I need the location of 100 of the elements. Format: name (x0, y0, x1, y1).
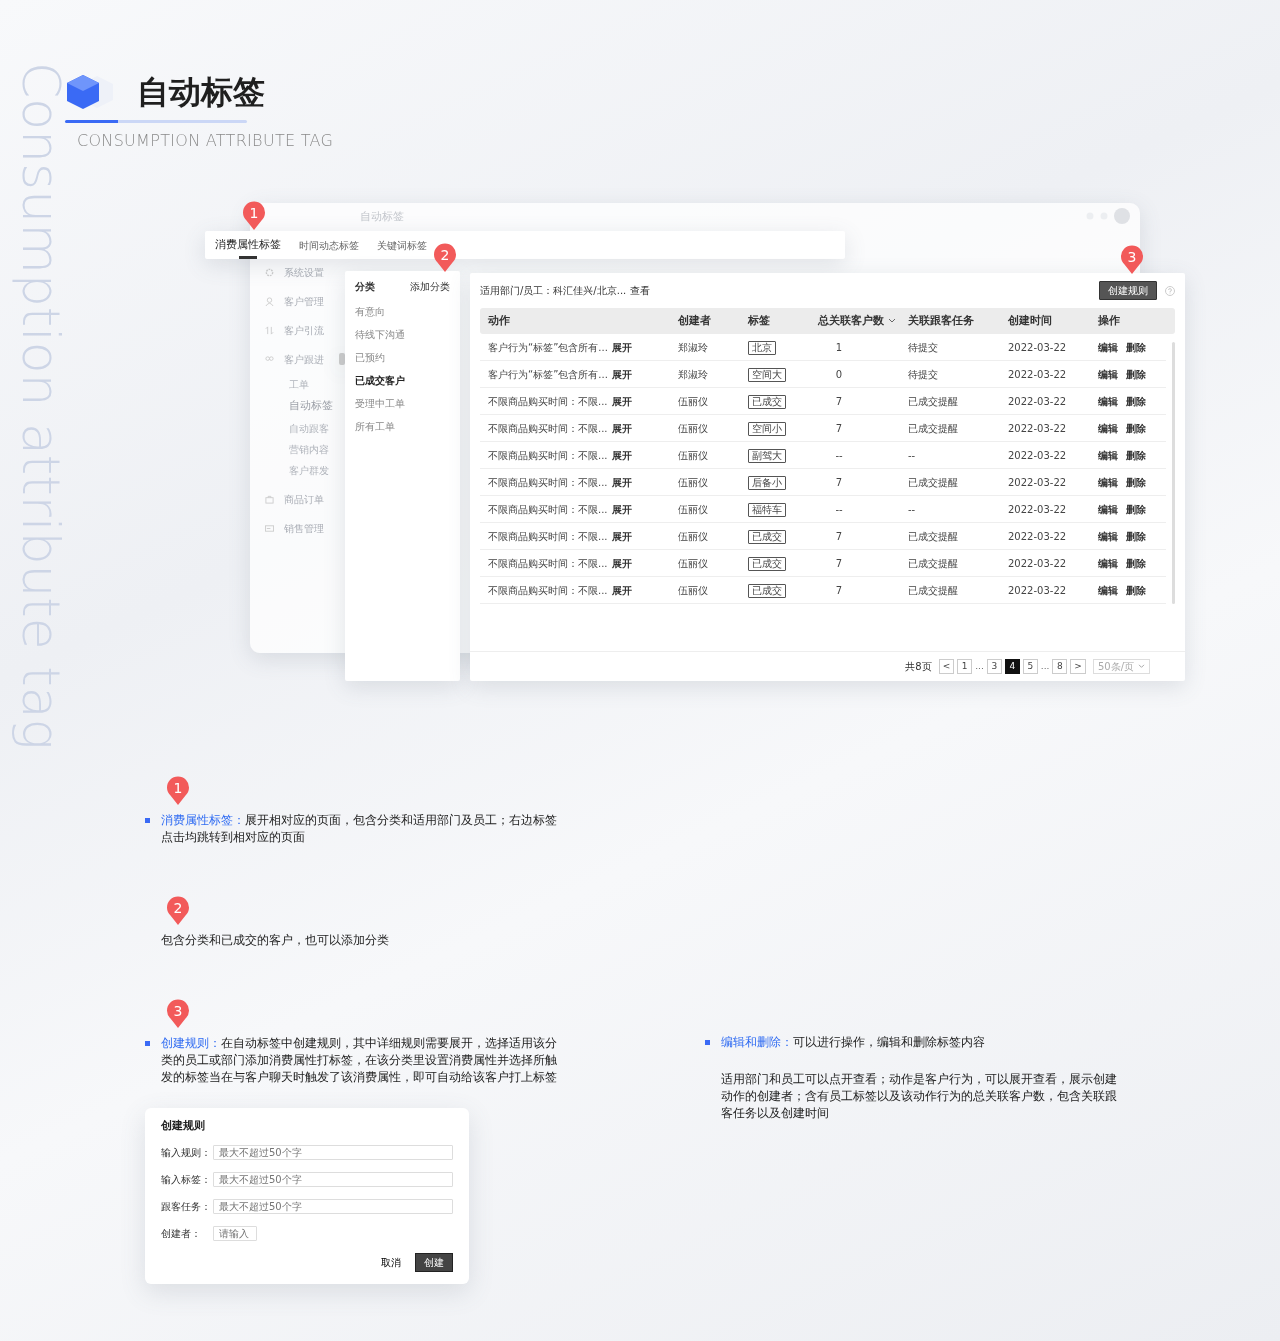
expand-link[interactable]: 展开 (611, 582, 632, 598)
table-cell-text: 7 (834, 475, 844, 490)
action-link[interactable]: 删除 (1126, 555, 1146, 571)
table-cell-text: 伍丽仪 (678, 502, 709, 517)
action-link[interactable]: 删除 (1126, 582, 1146, 598)
page-ellipsis[interactable]: ... (1040, 659, 1050, 674)
step-marker: 2 (433, 243, 457, 273)
action-link[interactable]: 删除 (1126, 420, 1146, 436)
note-text: 创建规则：在自动标签中创建规则，其中详细规则需要展开，选择适用该分类的员工或部门添加消费属性打标签，在该分类里设置消费属性并选择所触发的标签当在与客户聊天时触发了该消费属性，即可自动给该客户打上标签 (161, 1035, 558, 1086)
tag-label: 后备小 (748, 475, 786, 490)
page-button[interactable]: 1 (957, 659, 973, 674)
table-cell-text: 2022-03-22 (1008, 367, 1068, 382)
table-cell-text: 已成交提醒 (908, 556, 959, 571)
action-link[interactable]: 编辑 (1098, 555, 1118, 571)
action-link[interactable]: 删除 (1126, 366, 1146, 382)
bullet-icon (145, 818, 150, 823)
table-cell-text: 不限商品购买时间：不限... (488, 421, 608, 436)
person-icon (265, 297, 274, 306)
page-count: 共8页 (905, 660, 932, 674)
column-header: 操作 (1098, 313, 1121, 329)
step-marker: 2 (166, 896, 190, 926)
action-link[interactable]: 删除 (1126, 528, 1146, 544)
table-cell-text: 不限商品购买时间：不限... (488, 394, 608, 409)
action-link[interactable]: 删除 (1126, 447, 1146, 463)
category-item[interactable]: 受理中工单 (355, 396, 405, 411)
view-link[interactable]: 查看 (630, 283, 651, 298)
column-header: 标签 (748, 313, 771, 329)
table-cell-text: 已成交提醒 (908, 475, 959, 490)
input-field[interactable]: 最大不超过50个字 (213, 1198, 453, 1214)
tab[interactable]: 时间动态标签 (297, 231, 361, 259)
input-field[interactable]: 最大不超过50个字 (213, 1171, 453, 1187)
input-field[interactable]: 请输入 (213, 1225, 257, 1241)
expand-link[interactable]: 展开 (611, 366, 632, 382)
table-cell-text: 2022-03-22 (1008, 583, 1068, 598)
action-link[interactable]: 编辑 (1098, 582, 1118, 598)
collapse-handle[interactable] (339, 353, 345, 365)
next-page-button[interactable]: > (1070, 659, 1086, 674)
tag-label: 空间大 (748, 367, 786, 382)
page-button[interactable]: 4 (1004, 659, 1020, 674)
table-cell-text: 2022-03-22 (1008, 421, 1068, 436)
tag-label: 副驾大 (748, 448, 786, 463)
category-item[interactable]: 所有工单 (355, 419, 395, 434)
expand-link[interactable]: 展开 (611, 528, 632, 544)
column-header: 总关联客户数 (818, 313, 884, 329)
create-button[interactable]: 创建 (415, 1252, 453, 1272)
prev-page-button[interactable]: < (938, 659, 955, 674)
category-item[interactable]: 有意向 (355, 304, 385, 319)
field-label: 跟客任务： (161, 1199, 212, 1214)
action-link[interactable]: 编辑 (1098, 474, 1118, 490)
table-cell-text: 7 (834, 583, 844, 598)
panel-title: 分类 (355, 280, 375, 294)
table-cell-text: 客户行为“标签”包含所有... (488, 367, 608, 382)
expand-link[interactable]: 展开 (611, 420, 632, 436)
action-link[interactable]: 删除 (1126, 474, 1146, 490)
table-cell-text: 待提交 (908, 367, 939, 382)
note-text: 消费属性标签：展开相对应的页面，包含分类和适用部门及员工；右边标签点击均跳转到相对应的页面 (161, 812, 558, 846)
action-link[interactable]: 删除 (1126, 393, 1146, 409)
category-item[interactable]: 已预约 (355, 350, 385, 365)
table-cell-text: 不限商品购买时间：不限... (488, 502, 608, 517)
table-cell-text: 不限商品购买时间：不限... (488, 583, 608, 598)
table-cell-text: -- (834, 448, 844, 463)
action-link[interactable]: 编辑 (1098, 366, 1118, 382)
scope-label: 适用部门/员工：科汇佳兴/北京... (480, 284, 627, 298)
expand-link[interactable]: 展开 (611, 555, 632, 571)
action-link[interactable]: 编辑 (1098, 501, 1118, 517)
add-category-link[interactable]: 添加分类 (410, 279, 450, 294)
note-text: 适用部门和员工可以点开查看；动作是客户行为，可以展开查看，展示创建动作的创建者；含有员工标签以及该动作行为的总关联客户数，包含关联跟客任务以及创建时间 (721, 1071, 1118, 1122)
expand-link[interactable]: 展开 (611, 447, 632, 463)
action-link[interactable]: 删除 (1126, 501, 1146, 517)
action-link[interactable]: 编辑 (1098, 420, 1118, 436)
table-cell-text: 2022-03-22 (1008, 394, 1068, 409)
tag-label: 已成交 (748, 529, 786, 544)
action-link[interactable]: 编辑 (1098, 447, 1118, 463)
table-cell-text: 2022-03-22 (1008, 340, 1068, 355)
tab[interactable]: 关键词标签 (375, 231, 429, 259)
category-item[interactable]: 已成交客户 (355, 373, 405, 388)
column-header: 创建者 (678, 313, 712, 329)
page-button[interactable]: 3 (986, 659, 1002, 674)
action-link[interactable]: 删除 (1126, 339, 1146, 355)
cancel-button[interactable]: 取消 (381, 1254, 401, 1270)
page-title: 自动标签 (137, 72, 265, 112)
action-link[interactable]: 编辑 (1098, 339, 1118, 355)
category-item[interactable]: 待线下沟通 (355, 327, 405, 342)
column-header: 关联跟客任务 (908, 313, 975, 329)
input-field[interactable]: 最大不超过50个字 (213, 1144, 453, 1160)
people-icon (265, 355, 274, 364)
page-button[interactable]: 8 (1052, 659, 1068, 674)
scrollbar[interactable] (1172, 342, 1175, 604)
expand-link[interactable]: 展开 (611, 393, 632, 409)
action-link[interactable]: 编辑 (1098, 393, 1118, 409)
table-cell-text: 不限商品购买时间：不限... (488, 556, 608, 571)
page-button[interactable]: 5 (1022, 659, 1038, 674)
expand-link[interactable]: 展开 (611, 501, 632, 517)
expand-link[interactable]: 展开 (611, 339, 632, 355)
page-ellipsis[interactable]: ... (975, 659, 984, 674)
table-cell-text: -- (908, 502, 917, 517)
create-rule-button[interactable]: 创建规则 (1099, 281, 1157, 300)
expand-link[interactable]: 展开 (611, 474, 632, 490)
table-cell-text: 客户行为“标签”包含所有... (488, 340, 608, 355)
action-link[interactable]: 编辑 (1098, 528, 1118, 544)
